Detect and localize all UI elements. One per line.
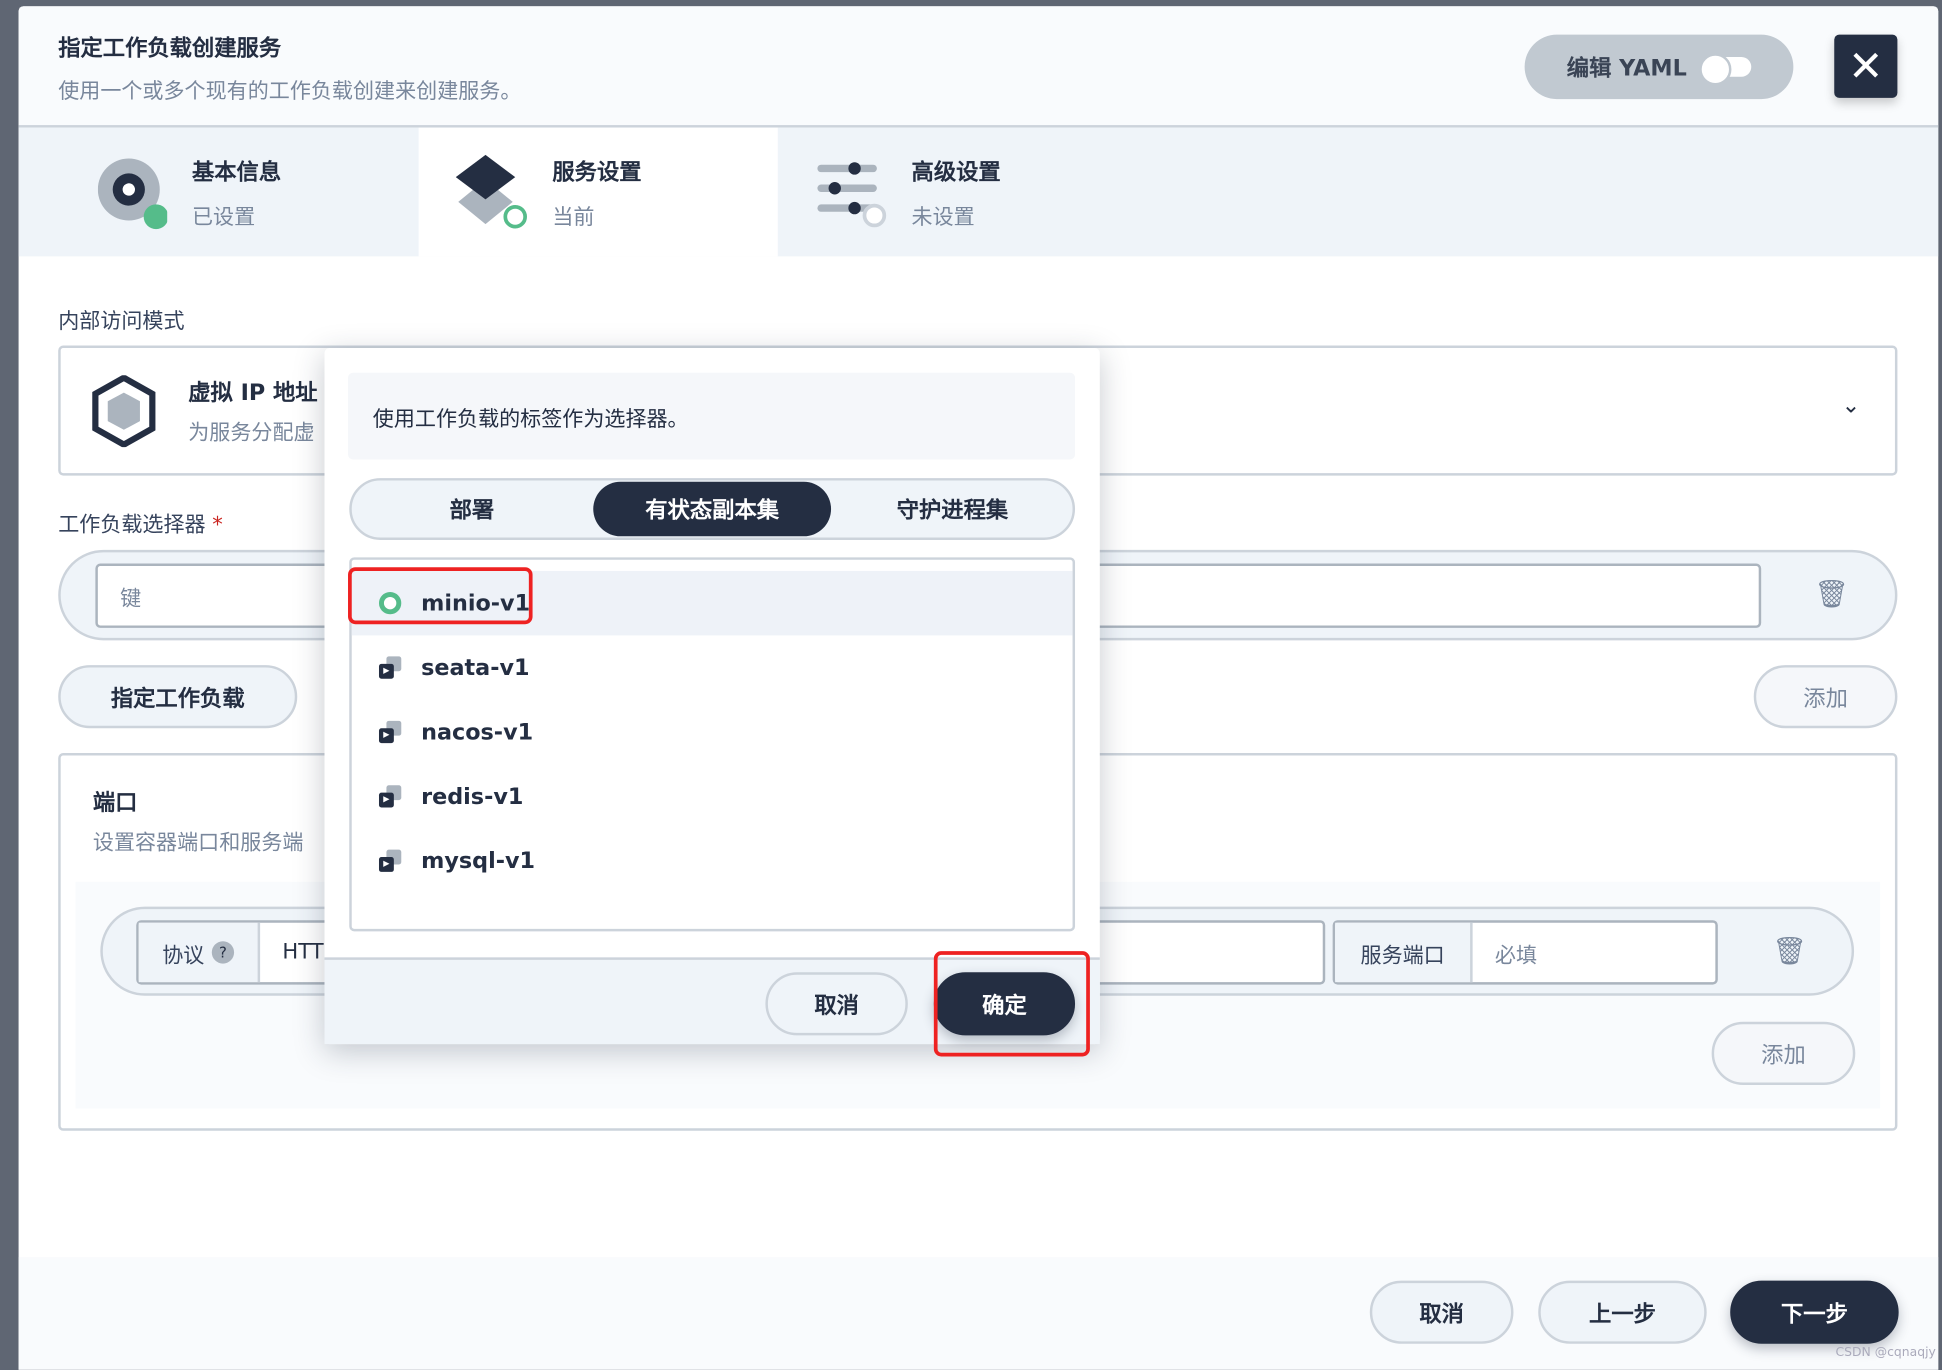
disc-icon bbox=[97, 158, 168, 230]
next-step-button[interactable]: 下一步 bbox=[1730, 1280, 1899, 1344]
watermark: CSDN @cqnaqjy bbox=[1835, 1346, 1936, 1360]
protocol-label-text: 协议 bbox=[162, 943, 205, 968]
step-status: 当前 bbox=[552, 204, 595, 230]
toggle-switch-icon bbox=[1699, 53, 1752, 86]
step-title: 服务设置 bbox=[552, 159, 642, 186]
workload-option[interactable]: nacos-v1 bbox=[352, 700, 1073, 764]
workload-option[interactable]: mysql-v1 bbox=[352, 829, 1073, 893]
required-mark: * bbox=[212, 512, 223, 538]
modal-header: 指定工作负载创建服务 使用一个或多个现有的工作负载创建来创建服务。 编辑 YAM… bbox=[18, 6, 1939, 128]
virtual-ip-icon bbox=[92, 375, 156, 448]
tab-workload-type[interactable]: 有状态副本集 bbox=[593, 481, 832, 537]
access-mode-desc: 为服务分配虚 bbox=[188, 421, 315, 446]
step-service-settings[interactable]: 服务设置 当前 bbox=[418, 127, 778, 257]
workload-icon bbox=[378, 785, 402, 808]
modal-title: 指定工作负载创建服务 bbox=[58, 35, 282, 62]
edit-yaml-label: 编辑 YAML bbox=[1566, 55, 1687, 82]
cancel-button[interactable]: 取消 bbox=[1369, 1280, 1514, 1344]
ports-desc: 设置容器端口和服务端 bbox=[92, 831, 304, 856]
step-status: 未设置 bbox=[911, 204, 975, 230]
service-port-input[interactable]: 服务端口 必填 bbox=[1332, 920, 1718, 985]
workload-option[interactable]: seata-v1 bbox=[352, 635, 1073, 699]
close-button[interactable]: ✕ bbox=[1834, 34, 1898, 98]
service-port-placeholder: 必填 bbox=[1494, 943, 1538, 968]
workload-name: nacos-v1 bbox=[421, 718, 534, 745]
tab-workload-type[interactable]: 部署 bbox=[353, 482, 591, 536]
popover-arrow bbox=[302, 678, 325, 719]
modal-footer: 取消 上一步 下一步 CSDN @cqnaqjy bbox=[18, 1257, 1939, 1370]
workload-icon bbox=[378, 656, 402, 679]
sliders-icon bbox=[817, 162, 887, 228]
selector-label-text: 工作负载选择器 bbox=[58, 512, 206, 538]
layers-icon bbox=[455, 154, 527, 229]
ports-title: 端口 bbox=[92, 790, 138, 817]
workload-selector-label: 工作负载选择器 * bbox=[58, 507, 223, 538]
previous-step-button[interactable]: 上一步 bbox=[1538, 1280, 1707, 1344]
close-icon: ✕ bbox=[1848, 41, 1884, 92]
step-status: 已设置 bbox=[191, 204, 256, 230]
workload-option[interactable]: redis-v1 bbox=[352, 764, 1073, 828]
workload-type-tabs: 部署 有状态副本集 守护进程集 bbox=[349, 478, 1076, 540]
trash-icon[interactable]: 🗑 bbox=[1814, 580, 1849, 611]
modal-subtitle: 使用一个或多个现有的工作负载创建来创建服务。 bbox=[58, 79, 522, 105]
wizard-steps: 基本信息已设置 服务设置当前 高级设置未设置 bbox=[18, 127, 1939, 257]
protocol-label: 协议? bbox=[138, 922, 261, 983]
access-mode-label: 内部访问模式 bbox=[58, 309, 185, 335]
specify-workload-button[interactable]: 指定工作负载 bbox=[58, 665, 298, 729]
service-port-label: 服务端口 bbox=[1335, 922, 1473, 983]
chevron-down-icon[interactable]: ⌄ bbox=[1842, 393, 1861, 419]
trash-icon[interactable]: 🗑 bbox=[1772, 936, 1807, 967]
popover-info: 使用工作负载的标签作为选择器。 bbox=[348, 372, 1076, 460]
workload-icon bbox=[378, 849, 402, 872]
highlight-selected-workload bbox=[348, 567, 533, 625]
highlight-confirm-button bbox=[933, 951, 1090, 1057]
step-advanced-settings[interactable]: 高级设置 未设置 bbox=[778, 128, 1273, 257]
workload-picker-popover: 使用工作负载的标签作为选择器。 部署有状态副本集守护进程集 minio-v1se… bbox=[324, 348, 1100, 1045]
step-basic-info[interactable]: 基本信息 已设置 bbox=[19, 128, 419, 257]
tab-workload-type[interactable]: 守护进程集 bbox=[834, 482, 1072, 536]
add-label-button[interactable]: 添加 bbox=[1753, 665, 1898, 729]
workload-icon bbox=[378, 720, 402, 744]
workload-name: seata-v1 bbox=[421, 654, 530, 681]
step-title: 高级设置 bbox=[911, 159, 1001, 186]
popover-cancel-button[interactable]: 取消 bbox=[765, 972, 908, 1036]
access-mode-title: 虚拟 IP 地址 bbox=[188, 380, 318, 407]
add-port-button[interactable]: 添加 bbox=[1711, 1021, 1856, 1085]
workload-name: mysql-v1 bbox=[421, 847, 536, 874]
edit-yaml-toggle[interactable]: 编辑 YAML bbox=[1524, 34, 1794, 100]
workload-name: redis-v1 bbox=[421, 783, 524, 810]
key-placeholder: 键 bbox=[120, 586, 142, 612]
step-title: 基本信息 bbox=[191, 159, 282, 186]
help-icon[interactable]: ? bbox=[211, 941, 235, 964]
